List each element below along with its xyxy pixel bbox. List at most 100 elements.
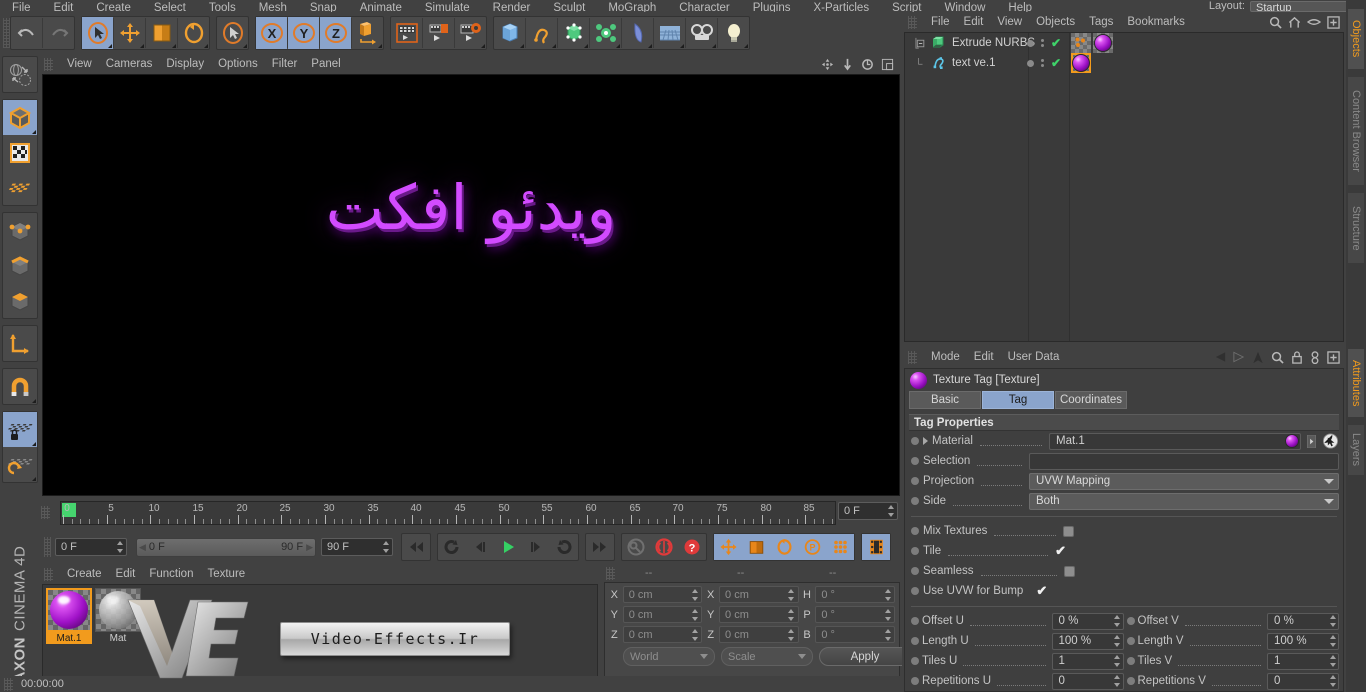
tiles-v-spinner[interactable] (1329, 655, 1336, 667)
texture-tag[interactable] (1093, 33, 1113, 53)
make-editable-button[interactable] (3, 57, 37, 92)
object-tags[interactable] (1071, 53, 1091, 73)
render-visibility-dots[interactable] (1041, 39, 1044, 47)
plus-box-icon[interactable] (1327, 350, 1340, 364)
vtab-structure[interactable]: Structure (1347, 192, 1365, 264)
material-menu-edit[interactable]: Edit (116, 568, 136, 580)
length-u-anim-dot[interactable] (911, 637, 919, 645)
mix-textures-checkbox[interactable] (1063, 525, 1075, 537)
material-gripper[interactable] (44, 567, 53, 581)
tab-basic[interactable]: Basic (909, 391, 981, 409)
menu-create[interactable]: Create (96, 2, 131, 12)
repetitions-v-anim-dot[interactable] (1126, 677, 1135, 685)
viewport-menu-cameras[interactable]: Cameras (106, 58, 153, 70)
current-frame-field[interactable]: 0 F (55, 538, 127, 556)
attr-menu-edit[interactable]: Edit (974, 351, 994, 363)
polygon-mode-button[interactable] (3, 283, 37, 318)
menu-tools[interactable]: Tools (209, 2, 236, 12)
offset-u-spinner[interactable] (1114, 615, 1121, 627)
viewport-menu-display[interactable]: Display (166, 58, 204, 70)
search-icon[interactable] (1271, 351, 1284, 364)
offset-v-anim-dot[interactable] (1126, 617, 1135, 625)
point-mode-button[interactable] (3, 213, 37, 248)
menu-file[interactable]: File (12, 2, 31, 12)
scale-key-button[interactable] (742, 534, 770, 560)
object-visibility-dots[interactable]: ✔ (1027, 56, 1061, 70)
tiles-u-anim-dot[interactable] (911, 657, 919, 665)
menu-simulate[interactable]: Simulate (425, 2, 470, 12)
rotation-b-spinner[interactable] (884, 628, 891, 641)
object-menu-file[interactable]: File (931, 16, 950, 28)
object-menu-view[interactable]: View (997, 16, 1022, 28)
tiles-v-anim-dot[interactable] (1126, 657, 1135, 665)
render-to-picture-viewer-button[interactable] (423, 17, 454, 49)
render-visibility-dots[interactable] (1041, 59, 1044, 67)
repetitions-u-anim-dot[interactable] (911, 677, 919, 685)
render-settings-button[interactable] (455, 17, 486, 49)
rotation-b-field[interactable]: 0 ° (815, 626, 896, 643)
move-tool[interactable] (114, 17, 145, 49)
mograph-dots-tag[interactable] (1071, 33, 1091, 53)
tile-checkbox[interactable]: ✔ (1055, 543, 1066, 558)
tile-anim-dot[interactable] (911, 547, 919, 555)
editor-visibility-dot[interactable] (1027, 39, 1034, 47)
material-item[interactable]: Mat.1 (46, 588, 92, 686)
step-forward-button[interactable] (522, 534, 550, 560)
object-axis-button[interactable] (3, 326, 37, 361)
rotation-key-button[interactable] (770, 534, 798, 560)
world-object-coord-button[interactable] (352, 17, 383, 49)
coordinates-gripper[interactable] (606, 566, 615, 580)
projection-anim-dot[interactable] (911, 477, 919, 485)
add-deformer-button[interactable] (622, 17, 653, 49)
undo-button[interactable] (11, 17, 42, 49)
attr-menu-user-data[interactable]: User Data (1008, 351, 1060, 363)
size-x-field[interactable]: 0 cm (719, 586, 799, 603)
preview-range-slider[interactable]: ◀ 0 F 90 F ▶ (136, 537, 316, 557)
menu-mesh[interactable]: Mesh (259, 2, 287, 12)
size-z-field[interactable]: 0 cm (719, 626, 799, 643)
rotate-icon[interactable] (861, 58, 874, 71)
material-item[interactable]: Mat (95, 588, 141, 686)
viewport-menu-filter[interactable]: Filter (272, 58, 298, 70)
object-enabled-check[interactable]: ✔ (1051, 56, 1061, 70)
step-back-button[interactable] (466, 534, 494, 560)
home-icon[interactable] (1288, 16, 1301, 29)
previous-keyframe-button[interactable] (438, 534, 466, 560)
attribute-gripper[interactable] (908, 350, 917, 364)
tab-coordinates[interactable]: Coordinates (1055, 391, 1127, 409)
projection-dropdown[interactable]: UVW Mapping (1029, 472, 1339, 490)
material-list[interactable]: Mat.1 Mat (42, 584, 598, 690)
edge-mode-button[interactable] (3, 248, 37, 283)
material-thumbnail[interactable] (46, 588, 92, 632)
up-arrow-icon[interactable] (1252, 351, 1264, 364)
material-menu-function[interactable]: Function (149, 568, 193, 580)
add-cube-button[interactable] (494, 17, 525, 49)
menu-xparticles[interactable]: X-Particles (813, 2, 869, 12)
object-tags[interactable] (1071, 33, 1113, 53)
current-frame-spinner[interactable] (116, 541, 123, 553)
object-row-extrude-nurbs[interactable]: Extrude NURBS ✔ (905, 33, 1343, 53)
keyframe-selection-button[interactable]: ? (678, 534, 706, 560)
live-selection-tool[interactable] (82, 17, 113, 49)
search-icon[interactable] (1269, 16, 1282, 29)
workplane-toggle-button[interactable] (3, 447, 37, 482)
seamless-anim-dot[interactable] (911, 567, 919, 575)
timeline-frame-spinner[interactable] (887, 505, 894, 517)
object-tree[interactable]: Extrude NURBS ✔ text ve.1 ✔ (904, 32, 1344, 342)
layout-selector[interactable]: Layout: Startup (1209, 0, 1360, 12)
go-to-start-button[interactable] (402, 534, 430, 560)
plus-box-icon[interactable] (1327, 15, 1340, 29)
add-array-button[interactable] (590, 17, 621, 49)
rotation-h-field[interactable]: 0 ° (815, 586, 896, 603)
uv-mode-button[interactable] (3, 170, 37, 205)
selection-mode-button[interactable] (217, 17, 248, 49)
next-keyframe-button[interactable] (550, 534, 578, 560)
position-z-spinner[interactable] (691, 628, 698, 641)
lock-y-axis[interactable]: Y (288, 17, 319, 49)
add-camera-button[interactable] (686, 17, 717, 49)
vtab-objects[interactable]: Objects (1347, 8, 1365, 70)
lock-icon[interactable] (1291, 350, 1303, 364)
menu-window[interactable]: Window (945, 2, 986, 12)
lock-z-axis[interactable]: Z (320, 17, 351, 49)
size-y-spinner[interactable] (788, 608, 795, 621)
